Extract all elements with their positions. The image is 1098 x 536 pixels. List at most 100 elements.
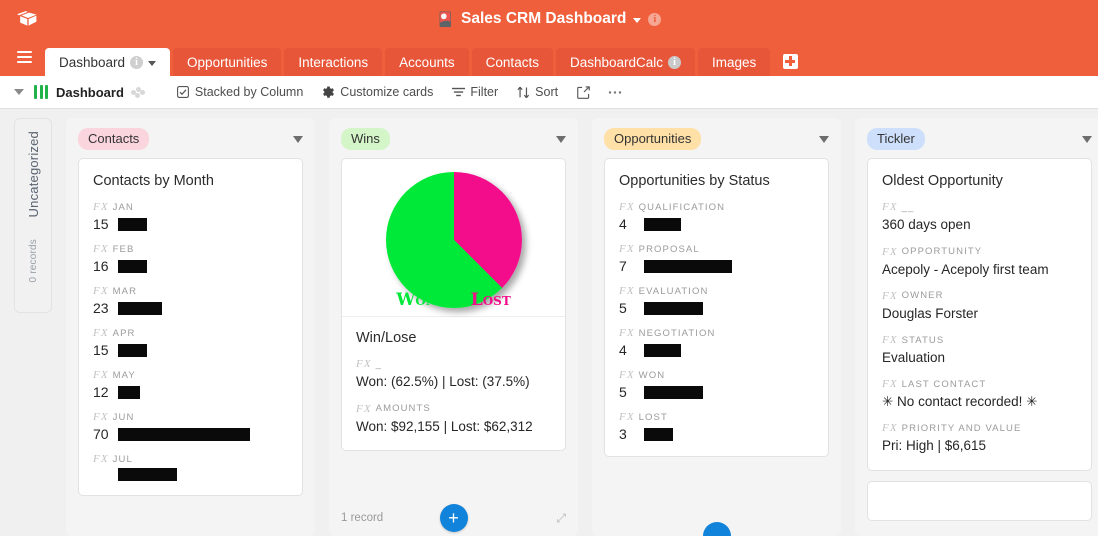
card-oldest-opportunity[interactable]: Oldest Opportunity fx __ 360 days open fx… <box>867 158 1092 471</box>
field-status: fx STATUS Evaluation <box>882 334 1077 367</box>
card-win-lose[interactable]: Won Lost Win/Lose fx _ Won: (62.5%) | Los… <box>341 158 566 451</box>
base-title[interactable]: Sales CRM Dashboard <box>461 10 626 28</box>
card-title: Opportunities by Status <box>619 173 770 190</box>
top-bar: 🎴 Sales CRM Dashboard i <box>0 0 1098 38</box>
formula-icon: fx <box>619 285 635 298</box>
field-opportunity: fx OPPORTUNITY Acepoly - Acepoly first te… <box>882 246 1077 279</box>
field-label: LOST <box>638 411 668 423</box>
field-label: PROPOSAL <box>638 243 700 255</box>
field-label: JAN <box>112 201 134 213</box>
airtable-cube-logo[interactable] <box>8 0 46 38</box>
chevron-down-icon[interactable] <box>148 60 157 66</box>
pie-chart-wrapper: Won Lost <box>342 159 565 318</box>
stack-pill-contacts[interactable]: Contacts <box>78 128 150 151</box>
legend-lost: Lost <box>470 289 511 310</box>
formula-icon: fx <box>882 334 898 347</box>
collaborators-icon[interactable] <box>130 86 145 98</box>
card-title: Win/Lose <box>356 330 417 347</box>
chevron-down-icon[interactable] <box>1082 135 1092 143</box>
field-value: 360 days open <box>882 217 971 233</box>
tab-images[interactable]: Images <box>698 48 771 76</box>
tab-dashboard[interactable]: Dashboard i <box>45 48 171 76</box>
base-emoji-icon: 🎴 <box>436 11 455 27</box>
stack-contacts: Contacts Contacts by Month fx JAN 15 ████ … <box>66 118 315 536</box>
bar-value: 70 <box>93 426 109 443</box>
card-opportunities-by-status[interactable]: Opportunities by Status fx QUALIFICATION … <box>604 158 829 458</box>
formula-icon: fx <box>619 411 635 424</box>
field-label: JUN <box>112 411 135 423</box>
stack-tickler: Tickler Oldest Opportunity fx __ 360 days… <box>855 118 1098 536</box>
customize-cards-button[interactable]: Customize cards <box>312 82 442 102</box>
sort-button[interactable]: Sort <box>507 82 567 102</box>
stack-uncategorized-collapsed[interactable]: Uncategorized 0 records <box>14 118 52 313</box>
chevron-down-icon[interactable] <box>633 17 642 23</box>
card-contacts-by-month[interactable]: Contacts by Month fx JAN 15 ████ fx FEB 16 █… <box>78 158 303 497</box>
filter-button[interactable]: Filter <box>442 82 507 102</box>
table-tab-bar: Dashboard i Opportunities Interactions A… <box>0 38 1098 76</box>
field-value: Acepoly - Acepoly first team <box>882 261 1049 277</box>
formula-icon: fx <box>882 245 898 258</box>
stack-opportunities: Opportunities Opportunities by Status fx… <box>592 118 841 536</box>
field-mar: fx MAR 23 ██████ <box>93 285 288 316</box>
view-toolbar: Dashboard Stacked by Column Customize ca… <box>0 76 1098 109</box>
info-icon[interactable]: i <box>668 55 682 69</box>
field-lost: fx LOST 3 ████ <box>619 411 814 442</box>
tab-accounts[interactable]: Accounts <box>385 48 469 76</box>
field-label: WON <box>638 369 666 381</box>
formula-icon: fx <box>882 422 898 435</box>
tab-contacts[interactable]: Contacts <box>471 48 553 76</box>
field-percentages: fx _ Won: (62.5%) | Lost: (37.5%) <box>342 358 565 391</box>
stacked-by-column-button[interactable]: Stacked by Column <box>167 82 312 102</box>
tab-dashboardcalc[interactable]: DashboardCalc i <box>555 48 696 76</box>
field-jan: fx JAN 15 ████ <box>93 201 288 232</box>
stack-label: Uncategorized <box>25 131 41 218</box>
hamburger-menu-icon[interactable] <box>10 42 38 72</box>
info-icon[interactable]: i <box>130 55 144 69</box>
share-view-button[interactable] <box>567 82 599 102</box>
expand-stack-icon[interactable]: ⤢ <box>556 511 566 526</box>
chevron-down-icon[interactable] <box>293 135 303 143</box>
formula-icon: fx <box>882 378 898 391</box>
bar-graphic: █████ <box>644 217 681 231</box>
stack-pill-tickler[interactable]: Tickler <box>867 128 925 151</box>
chevron-down-icon[interactable] <box>556 135 566 143</box>
formula-icon: fx <box>882 289 898 302</box>
stack-pill-opportunities[interactable]: Opportunities <box>604 128 702 151</box>
bar-graphic: ████ <box>118 343 148 357</box>
bar-graphic: ████ <box>644 427 674 441</box>
info-icon[interactable]: i <box>648 12 662 26</box>
bar-value: 23 <box>93 300 109 317</box>
field-label: AMOUNTS <box>375 403 431 415</box>
share-external-icon <box>576 85 590 99</box>
card-title: Contacts by Month <box>93 173 214 190</box>
chevron-down-icon[interactable] <box>14 89 24 95</box>
field-feb: fx FEB 16 ████ <box>93 243 288 274</box>
card-partial-next[interactable] <box>867 480 1092 521</box>
field-may: fx MAY 12 ███ <box>93 369 288 400</box>
field-priority-and-value: fx PRIORITY AND VALUE Pri: High | $6,615 <box>882 422 1077 455</box>
field-label: QUALIFICATION <box>638 201 726 213</box>
tab-opportunities[interactable]: Opportunities <box>173 48 282 76</box>
add-record-button[interactable]: + <box>439 504 468 532</box>
view-name[interactable]: Dashboard <box>56 85 124 100</box>
formula-icon: fx <box>619 201 635 214</box>
field-value: Pri: High | $6,615 <box>882 438 987 454</box>
bar-graphic: ███ <box>118 385 140 399</box>
action-label: Filter <box>470 85 499 99</box>
tab-interactions[interactable]: Interactions <box>284 48 383 76</box>
field-label: _ <box>375 358 383 370</box>
add-table-icon[interactable] <box>779 50 801 72</box>
chevron-down-icon[interactable] <box>819 135 829 143</box>
formula-icon: fx <box>93 243 109 256</box>
bar-graphic: ████████ <box>644 385 703 399</box>
stack-pill-wins[interactable]: Wins <box>341 128 390 151</box>
field-label: NEGOTIATION <box>638 327 716 339</box>
formula-icon: fx <box>882 201 898 214</box>
field-label: PRIORITY AND VALUE <box>901 422 1022 434</box>
formula-icon: fx <box>93 411 109 424</box>
bar-graphic: ██████ <box>118 301 162 315</box>
tab-label: Interactions <box>298 54 369 70</box>
more-options-button[interactable] <box>599 82 631 102</box>
field-label: MAY <box>112 369 136 381</box>
formula-icon: fx <box>619 327 635 340</box>
